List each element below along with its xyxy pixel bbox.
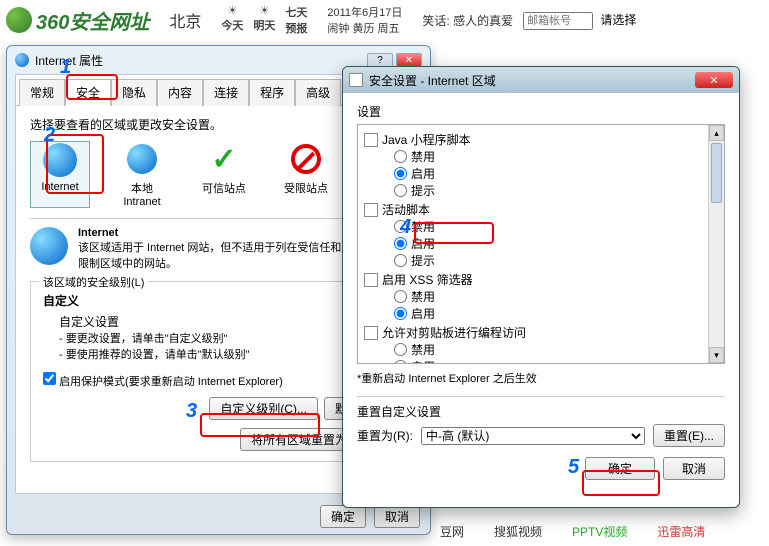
- mailbox: 请选择: [523, 11, 636, 30]
- scroll-thumb[interactable]: [711, 143, 722, 203]
- scrollbar[interactable]: ▴ ▾: [708, 125, 724, 363]
- tab-advanced[interactable]: 高级: [295, 79, 341, 106]
- dialog-icon: [349, 73, 363, 87]
- scroll-up-icon[interactable]: ▴: [709, 125, 724, 141]
- mail-input[interactable]: [523, 12, 593, 30]
- brand-text: 360安全网址: [36, 6, 149, 35]
- globe-icon: [30, 227, 68, 265]
- weather-block: ☀今天 ☀明天 七天预报: [221, 4, 307, 36]
- cancel-button[interactable]: 取消: [663, 457, 725, 480]
- globe-icon: [15, 53, 29, 67]
- reset-select[interactable]: 中-高 (默认): [421, 427, 645, 445]
- tab-content[interactable]: 内容: [157, 79, 203, 106]
- group-activescript: 活动脚本: [364, 201, 718, 218]
- joke-text: 笑话: 感人的真爱: [422, 12, 513, 29]
- zone-trusted[interactable]: ✓ 可信站点: [194, 141, 254, 208]
- reset-label: 重置为(R):: [357, 427, 413, 444]
- group-clipboard: 允许对剪贴板进行编程访问: [364, 324, 718, 341]
- opt-xss-enable[interactable]: 启用: [394, 305, 718, 322]
- security-settings-dialog: 安全设置 - Internet 区域 ✕ 设置 Java 小程序脚本 禁用 启用…: [342, 66, 740, 508]
- callout-4: 4: [400, 216, 411, 239]
- opt-java-disable[interactable]: 禁用: [394, 148, 718, 165]
- close-button[interactable]: ✕: [695, 72, 733, 88]
- tab-connections[interactable]: 连接: [203, 79, 249, 106]
- globe-small-icon: [127, 144, 157, 174]
- scroll-down-icon[interactable]: ▾: [709, 347, 724, 363]
- dialog-title: Internet 属性: [35, 52, 364, 69]
- tab-programs[interactable]: 程序: [249, 79, 295, 106]
- settings-label: 设置: [357, 103, 725, 120]
- level-legend: 该区域的安全级别(L): [39, 274, 148, 290]
- weather-tomorrow: 明天: [253, 17, 275, 33]
- date-block: 2011年6月17日 闹钟 黄历 周五: [327, 4, 402, 36]
- callout-box-4: [414, 222, 494, 244]
- weather-seven: 七天: [285, 4, 307, 20]
- opt-as-prompt[interactable]: 提示: [394, 252, 718, 269]
- dialog-title: 安全设置 - Internet 区域: [369, 72, 695, 89]
- tab-general[interactable]: 常规: [19, 79, 65, 106]
- doc-icon: [364, 326, 378, 340]
- callout-2: 2: [44, 124, 55, 147]
- callout-box-5: [582, 470, 660, 496]
- help-button[interactable]: ?: [367, 53, 393, 67]
- restart-note: *重新启动 Internet Explorer 之后生效: [357, 370, 725, 386]
- weather-today: 今天: [221, 17, 243, 33]
- ban-icon: [291, 144, 321, 174]
- zone-restricted[interactable]: 受限站点: [276, 141, 336, 208]
- site-logo: 360安全网址: [6, 6, 149, 35]
- city-label: 北京: [169, 8, 201, 32]
- weather-forecast: 预报: [285, 20, 307, 36]
- link-xunlei[interactable]: 迅雷高清: [657, 523, 705, 540]
- reset-title: 重置自定义设置: [357, 403, 725, 420]
- group-xss: 启用 XSS 筛选器: [364, 271, 718, 288]
- settings-tree: Java 小程序脚本 禁用 启用 提示 活动脚本 禁用 启用 提示 启用 XSS…: [357, 124, 725, 364]
- callout-box-3: [200, 413, 320, 437]
- callout-5: 5: [568, 456, 579, 479]
- callout-1: 1: [60, 56, 71, 79]
- check-icon: ✓: [211, 142, 236, 177]
- opt-cb-disable[interactable]: 禁用: [394, 341, 718, 358]
- group-java: Java 小程序脚本: [364, 131, 718, 148]
- background-header: 360安全网址 北京 ☀今天 ☀明天 七天预报 2011年6月17日 闹钟 黄历…: [0, 0, 769, 40]
- callout-3: 3: [186, 400, 197, 423]
- link-pptv[interactable]: PPTV视频: [572, 523, 627, 540]
- callout-box-1: [66, 74, 118, 100]
- reset-block: 重置自定义设置 重置为(R): 中-高 (默认) 重置(E)...: [357, 396, 725, 447]
- bg-bottom-links: 豆网 搜狐视频 PPTV视频 迅雷高清: [440, 523, 705, 540]
- mail-select[interactable]: 请选择: [600, 13, 636, 27]
- link-sohu[interactable]: 搜狐视频: [494, 523, 542, 540]
- doc-icon: [364, 273, 378, 287]
- shield-icon: [6, 7, 32, 33]
- cancel-button[interactable]: 取消: [374, 505, 420, 528]
- opt-cb-enable[interactable]: 启用: [394, 358, 718, 364]
- opt-java-prompt[interactable]: 提示: [394, 182, 718, 199]
- reset-button[interactable]: 重置(E)...: [653, 424, 725, 447]
- ok-button[interactable]: 确定: [320, 505, 366, 528]
- link-dou[interactable]: 豆网: [440, 523, 464, 540]
- opt-java-enable[interactable]: 启用: [394, 165, 718, 182]
- zone-intranet[interactable]: 本地 Intranet: [112, 141, 172, 208]
- opt-xss-disable[interactable]: 禁用: [394, 288, 718, 305]
- doc-icon: [364, 203, 378, 217]
- titlebar: 安全设置 - Internet 区域 ✕: [343, 67, 739, 93]
- close-button[interactable]: ✕: [396, 53, 422, 67]
- doc-icon: [364, 133, 378, 147]
